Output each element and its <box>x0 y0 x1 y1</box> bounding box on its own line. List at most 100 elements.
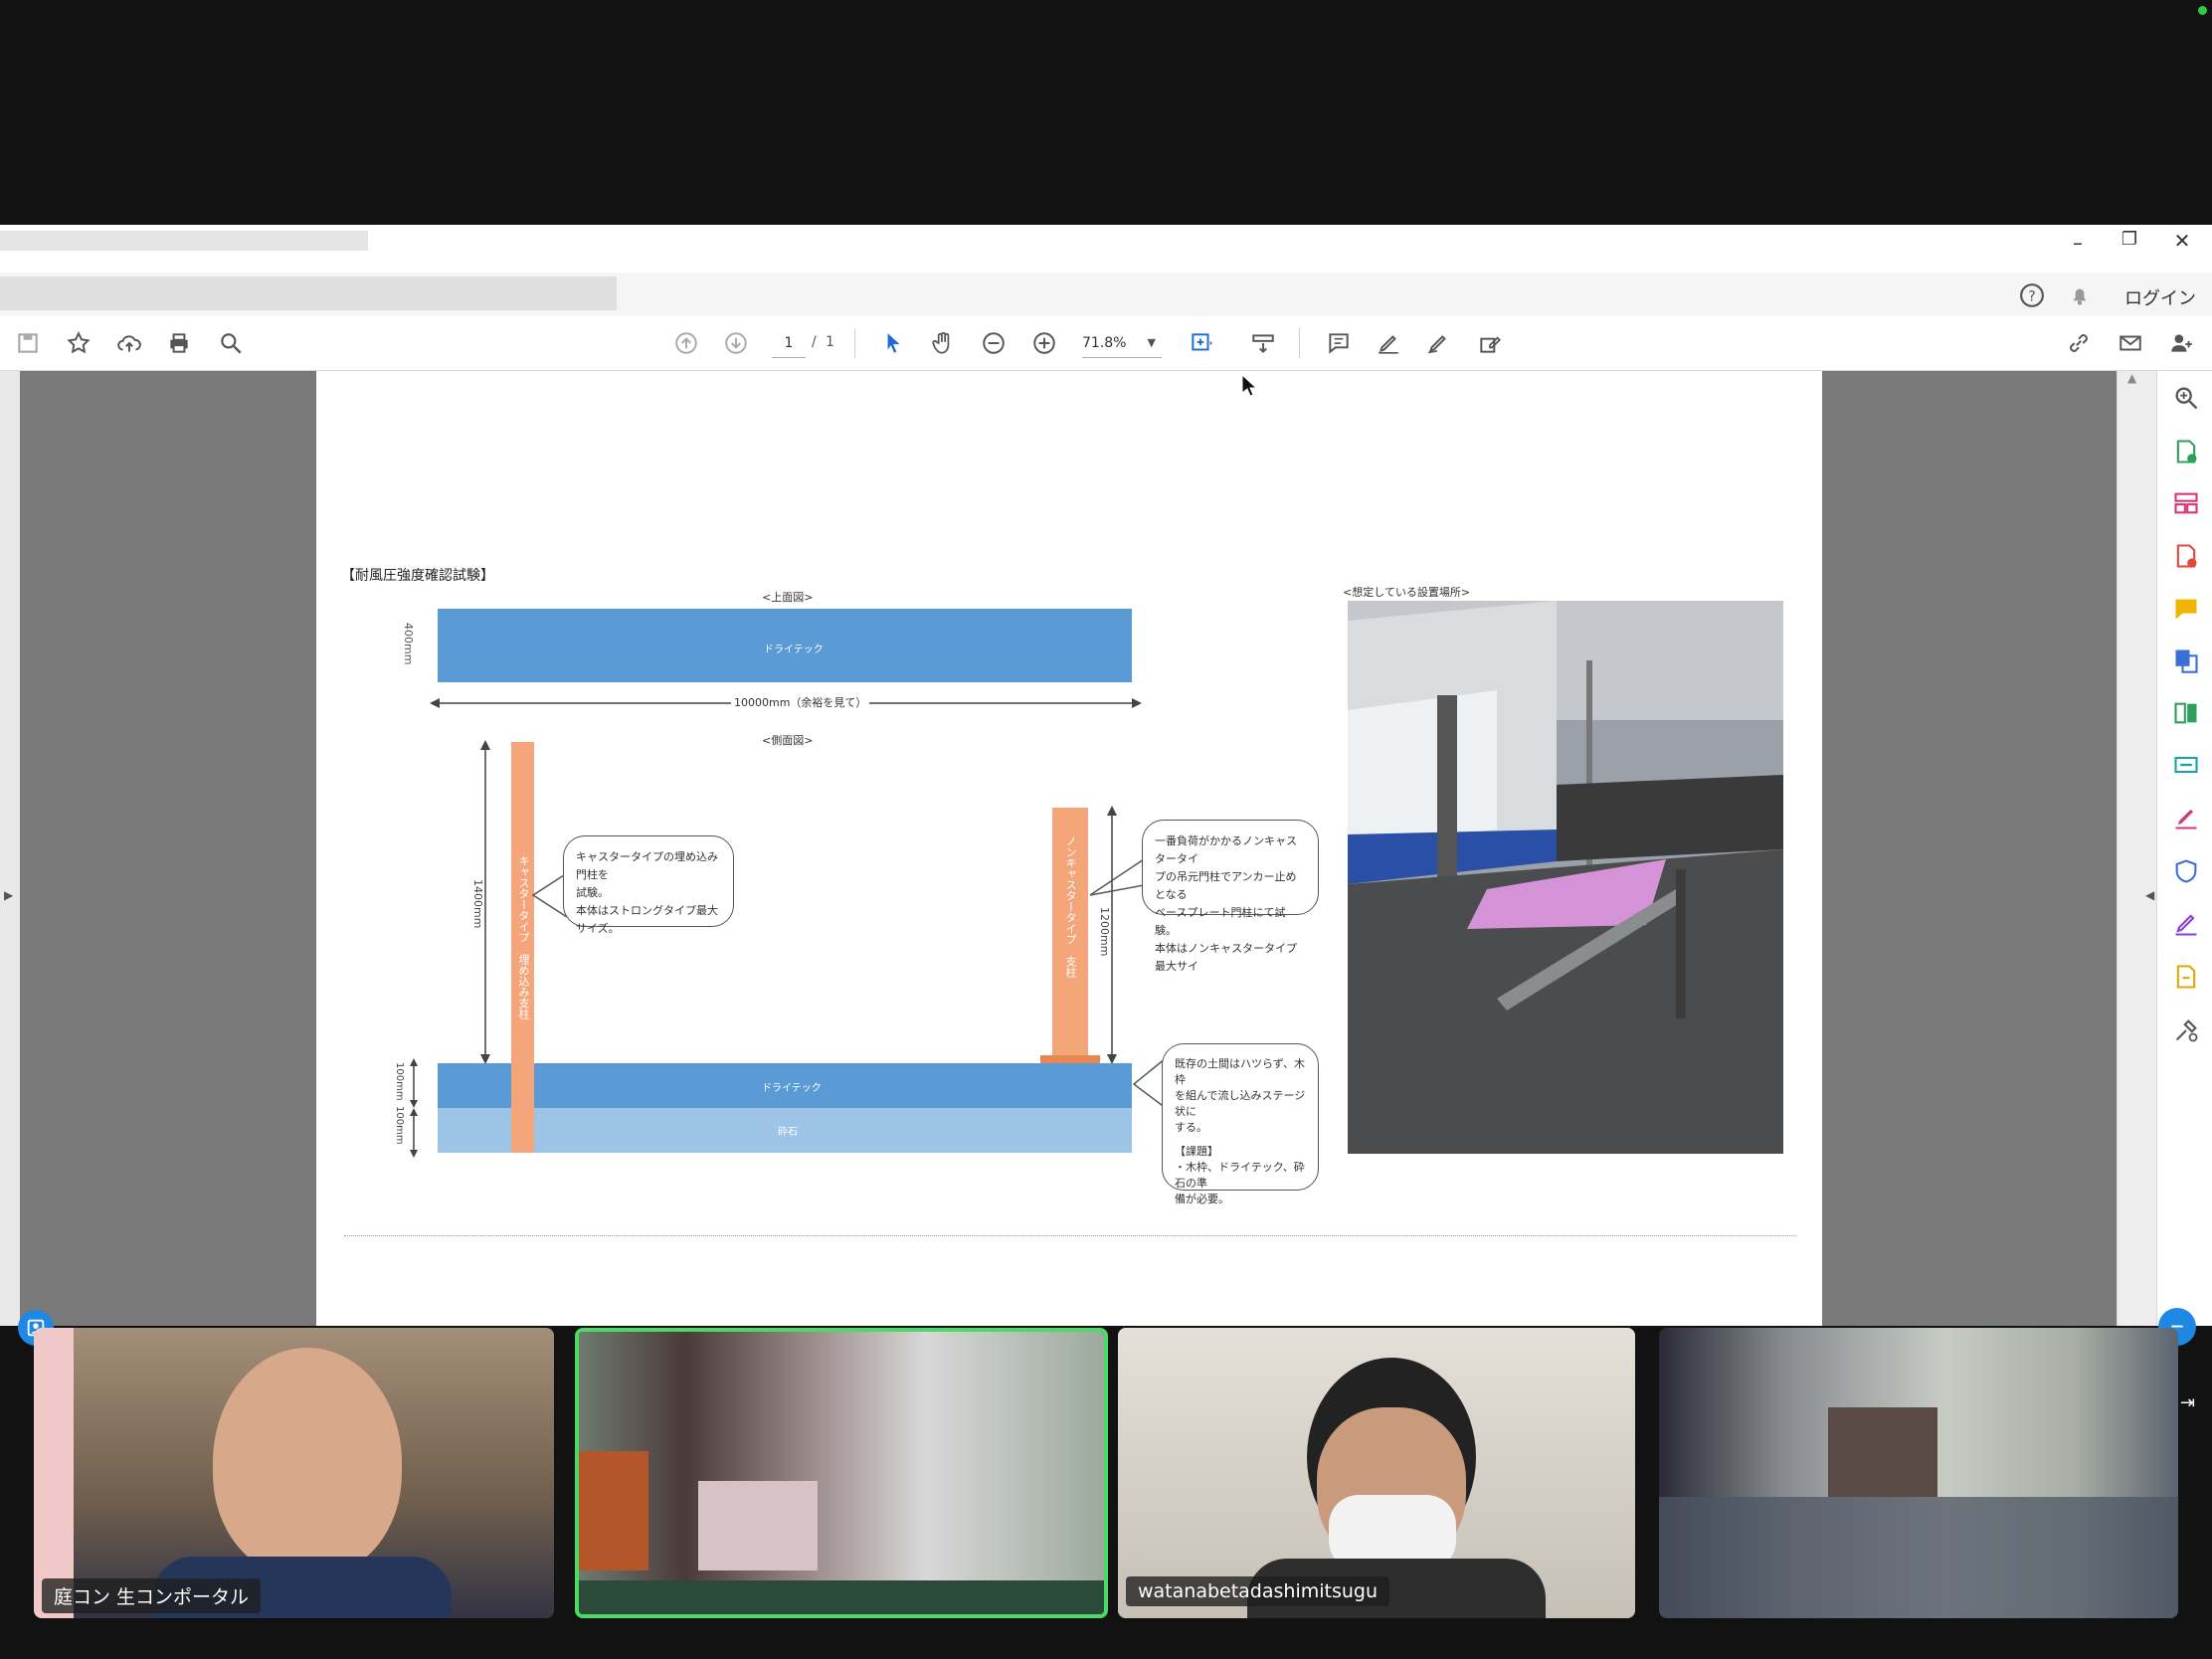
page-divider <box>344 1235 1796 1236</box>
noncaster-pillar-label: ノンキャスタータイプ 支柱 <box>1064 835 1077 978</box>
comment-tool-icon[interactable] <box>2172 595 2200 623</box>
side-view-label: <側面図> <box>762 734 814 747</box>
gravel-label: 砕石 <box>778 1127 798 1138</box>
protect-shield-icon[interactable] <box>2172 857 2200 885</box>
callout-noncaster-line-4: 本体はノンキャスタータイプ最大サイ <box>1155 942 1297 973</box>
cloud-upload-icon[interactable] <box>111 325 147 361</box>
callout-stage-line-1: 既存の土間はハツらず、木枠 <box>1175 1057 1306 1086</box>
toolbar-divider <box>1299 328 1300 358</box>
base-plate <box>1040 1055 1100 1063</box>
callout-stage-line-2: を組んで流し込みステージ状に <box>1175 1089 1306 1118</box>
select-cursor-icon[interactable] <box>875 325 911 361</box>
restore-button[interactable]: ❐ <box>2116 229 2143 257</box>
fill-sign-icon[interactable] <box>2172 804 2200 831</box>
callout-stage-line-5: 【課題】 <box>1175 1145 1218 1158</box>
scroll-mode-icon[interactable] <box>1245 325 1281 361</box>
page-down-icon[interactable] <box>718 325 754 361</box>
top-view-label: <上面図> <box>762 591 814 604</box>
highlight-pen-icon[interactable] <box>1371 325 1406 361</box>
print-icon[interactable] <box>161 325 197 361</box>
help-icon[interactable]: ? <box>2019 282 2045 308</box>
scan-ocr-icon[interactable] <box>2172 751 2200 779</box>
participant-tile[interactable] <box>1659 1328 2178 1618</box>
page-number-input[interactable]: 1 <box>772 329 806 358</box>
create-pdf-icon[interactable] <box>2172 438 2200 465</box>
dim-1400-label: 1400mm <box>471 879 484 929</box>
export-pdf-icon[interactable] <box>2172 542 2200 570</box>
draw-icon[interactable] <box>1420 325 1456 361</box>
zoom-level-select[interactable]: 71.8% ▼ <box>1082 329 1162 358</box>
hand-tool-icon[interactable] <box>925 325 961 361</box>
photo-label: <想定している設置場所> <box>1343 586 1471 599</box>
save-icon[interactable] <box>10 325 46 361</box>
send-comments-icon[interactable] <box>2172 963 2200 991</box>
callout-noncaster-line-3: ベースプレート門柱にて試験。 <box>1155 906 1286 937</box>
scroll-up-icon[interactable]: ▲ <box>2127 371 2136 385</box>
callout-stage-gap <box>1175 1136 1306 1144</box>
combine-files-icon[interactable] <box>2172 646 2200 674</box>
dim-400-label: 400mm <box>402 623 415 665</box>
blurred-menu <box>0 276 617 310</box>
dim-10000-label: 10000mm（余裕を見て） <box>731 694 870 710</box>
organize-pages-icon[interactable] <box>2172 489 2200 517</box>
callout-noncaster: 一番負荷がかかるノンキャスタータイ プの吊元門柱でアンカー止めとなる ベースプレ… <box>1142 820 1319 973</box>
blurred-block <box>579 1580 1104 1614</box>
toolbar-divider <box>854 328 855 358</box>
svg-text:?: ? <box>2028 288 2035 304</box>
zoom-level-value: 71.8% <box>1082 335 1127 351</box>
page-up-icon[interactable] <box>668 325 704 361</box>
participant-tile[interactable]: watanabetadashimitsugu <box>1118 1328 1635 1618</box>
zoom-out-icon[interactable] <box>976 325 1012 361</box>
request-signature-icon[interactable] <box>2172 910 2200 938</box>
bubble2-pointer <box>1089 858 1144 896</box>
page-fit-icon[interactable] <box>1184 325 1219 361</box>
expand-left-panel-icon[interactable]: ▶ <box>4 888 13 902</box>
add-user-icon[interactable] <box>2163 325 2199 361</box>
drytech-top-label: ドライテック <box>764 645 824 655</box>
caster-pillar-label: キャスタータイプ 埋め込み支柱 <box>517 855 530 1019</box>
close-button[interactable]: ✕ <box>2168 229 2196 257</box>
participant-face <box>213 1348 402 1576</box>
participant-name: 庭コン 生コンポータル <box>42 1578 262 1613</box>
callout-stage-line-3: する。 <box>1175 1121 1207 1134</box>
minimize-button[interactable]: – <box>2064 231 2092 259</box>
document-heading: 【耐風圧強度確認試験】 <box>341 568 494 584</box>
dim-100-bottom-label: 100mm <box>394 1106 405 1145</box>
compare-files-icon[interactable] <box>2172 699 2200 727</box>
window-titlebar: – ❐ ✕ <box>0 225 2212 273</box>
drytech-slab-label: ドライテック <box>762 1083 822 1094</box>
mouse-cursor-icon <box>1241 374 1257 397</box>
exit-strip-icon[interactable]: ⇥ <box>2180 1392 2195 1413</box>
participant-tile[interactable]: 庭コン 生コンポータル <box>34 1328 554 1618</box>
site-photo <box>1348 601 1783 1154</box>
stamp-edit-icon[interactable] <box>1472 325 1508 361</box>
chevron-down-icon: ▼ <box>1147 336 1156 349</box>
comment-icon[interactable] <box>1321 325 1357 361</box>
callout-stage: 既存の土間はハツらず、木枠 を組んで流し込みステージ状に する。 【課題】 ・木… <box>1162 1043 1319 1205</box>
star-icon[interactable] <box>61 325 96 361</box>
callout-caster-line-2: 試験。 <box>576 886 609 899</box>
vertical-scrollbar[interactable]: ▲ ◀ <box>2117 371 2157 1366</box>
bell-icon[interactable] <box>2067 282 2093 308</box>
bubble3-pointer <box>1132 1057 1166 1109</box>
dim-100-arrows <box>410 1058 418 1158</box>
collapse-right-panel-icon[interactable]: ◀ <box>2145 888 2154 902</box>
participant-tile-active[interactable] <box>575 1328 1108 1618</box>
callout-noncaster-line-2: プの吊元門柱でアンカー止めとなる <box>1155 870 1297 901</box>
zoom-in-icon[interactable] <box>1026 325 1062 361</box>
blurred-block <box>1828 1407 1937 1497</box>
callout-stage-line-6: ・木枠、ドライテック、砕石の準 <box>1175 1161 1305 1190</box>
callout-caster-line-1: キャスタータイプの埋め込み門柱を <box>576 850 718 881</box>
login-link[interactable]: ログイン <box>2124 284 2196 310</box>
page-separator: / <box>812 334 817 350</box>
search-icon[interactable] <box>213 325 249 361</box>
mail-icon[interactable] <box>2113 325 2148 361</box>
callout-caster: キャスタータイプの埋め込み門柱を 試験。 本体はストロングタイプ最大サイズ。 <box>563 835 734 935</box>
menubar: ? ログイン <box>0 273 2212 317</box>
status-dot <box>2198 6 2207 15</box>
blurred-block <box>1659 1497 2178 1618</box>
zoom-tool-icon[interactable] <box>2172 384 2200 412</box>
blurred-video-feed <box>579 1332 1104 1614</box>
link-icon[interactable] <box>2061 325 2097 361</box>
more-tools-icon[interactable] <box>2172 1016 2200 1044</box>
